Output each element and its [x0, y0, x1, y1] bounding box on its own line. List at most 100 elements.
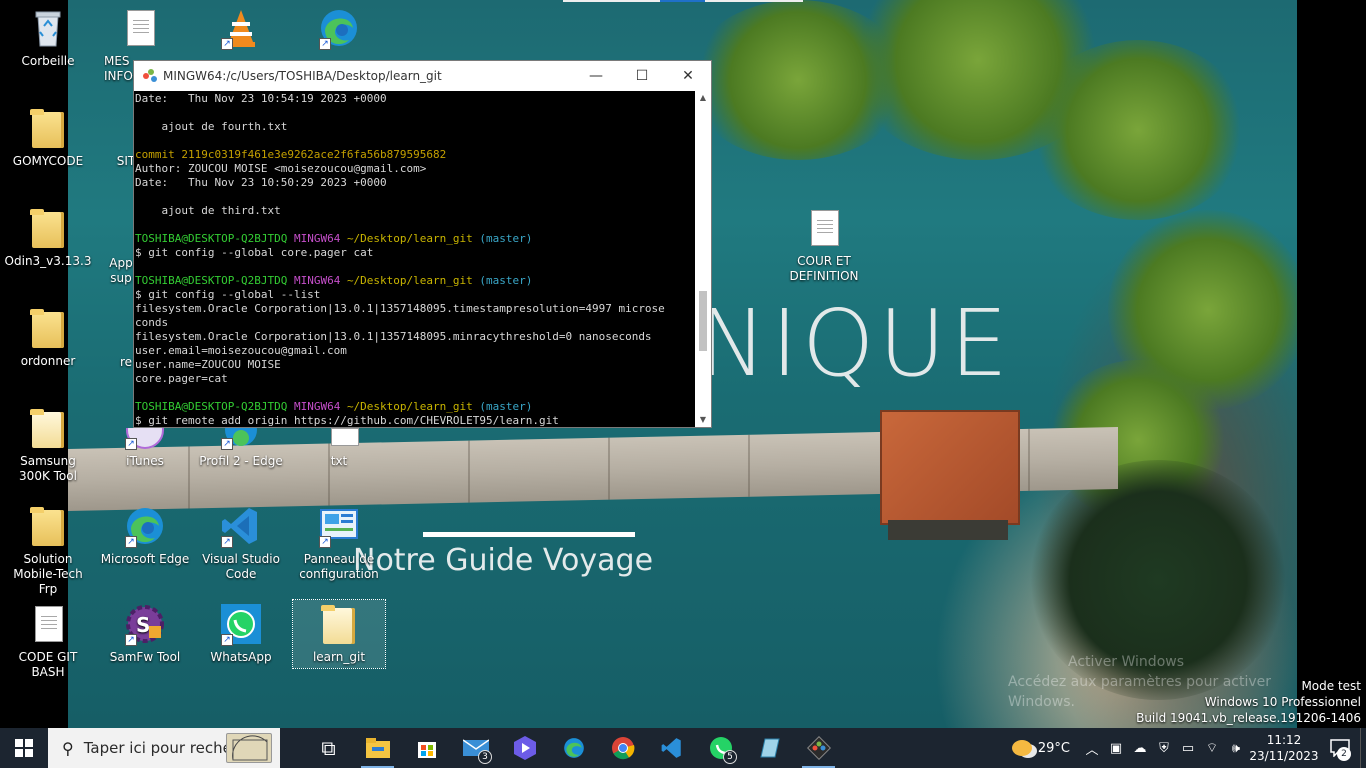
task-view-icon: ⧉	[321, 736, 336, 760]
taskbar-mail[interactable]: 3	[451, 728, 500, 768]
show-desktop-button[interactable]	[1360, 728, 1366, 768]
terminal-output[interactable]: Date: Thu Nov 23 10:54:19 2023 +0000 ajo…	[134, 91, 695, 427]
taskbar-git-bash[interactable]	[794, 728, 843, 768]
desktop-icon-label: Samsung 300K Tool	[19, 454, 77, 483]
scroll-thumb[interactable]	[699, 291, 707, 351]
desktop-icon-ordonner[interactable]: ordonner	[3, 306, 93, 369]
desktop-icon-code-git-bash[interactable]: CODE GIT BASH	[3, 602, 93, 680]
desktop-icon-microsoft-edge[interactable]: ↗ Microsoft Edge	[100, 504, 190, 567]
terminal-text: (master)	[479, 400, 533, 413]
taskbar-edge[interactable]	[549, 728, 598, 768]
desktop-icon-label: Panneau de configuration	[299, 552, 379, 581]
terminal-line: filesystem.Oracle Corporation|13.0.1|135…	[135, 302, 695, 316]
desktop-icon-label: Microsoft Edge	[100, 552, 190, 566]
terminal-text: $ git config --global --list	[135, 288, 321, 301]
taskbar-chrome[interactable]	[598, 728, 647, 768]
terminal-line: conds	[135, 316, 695, 330]
taskbar-vscode[interactable]	[647, 728, 696, 768]
search-highlight-image	[226, 733, 272, 763]
weather-widget[interactable]: 29°C	[1011, 740, 1070, 756]
chrome-icon	[611, 737, 634, 760]
desktop-icon-whatsapp[interactable]: ↗ WhatsApp	[196, 602, 286, 665]
terminal-line: $ git config --global core.pager cat	[135, 246, 695, 260]
taskbar-whatsapp[interactable]: 5	[696, 728, 745, 768]
wallpaper-brand: NIQUE	[698, 290, 1012, 397]
terminal-line: user.name=ZOUCOU MOISE	[135, 358, 695, 372]
desktop-icon-re[interactable]: re	[118, 355, 134, 370]
git-bash-icon	[143, 69, 157, 83]
terminal-line: TOSHIBA@DESKTOP-Q2BJTDQ MINGW64 ~/Deskto…	[135, 274, 695, 288]
terminal-line: $ git remote add origin https://github.c…	[135, 414, 695, 427]
taskbar-microsoft-store[interactable]	[402, 728, 451, 768]
hut-base	[888, 520, 1008, 540]
start-button[interactable]	[0, 728, 48, 768]
desktop-icon-vscode[interactable]: ↗ Visual Studio Code	[196, 504, 286, 582]
vscode-icon: ↗	[219, 504, 263, 548]
desktop-icon-label: CODE GIT BASH	[18, 650, 78, 679]
document-icon	[118, 6, 162, 50]
close-button[interactable]: ✕	[665, 61, 711, 91]
desktop-icon-solution-frp[interactable]: Solution Mobile-Tech Frp	[3, 504, 93, 597]
wifi-icon[interactable]: ⌔	[1200, 740, 1224, 756]
minimize-button[interactable]: —	[573, 61, 619, 91]
window-titlebar[interactable]: MINGW64:/c/Users/TOSHIBA/Desktop/learn_g…	[134, 61, 711, 91]
scroll-down-icon[interactable]: ▼	[695, 413, 711, 427]
desktop-icon-samsung-tool[interactable]: Samsung 300K Tool	[3, 406, 93, 484]
clipchamp-icon	[513, 736, 536, 760]
desktop-icon-learn-git[interactable]: learn_git	[292, 599, 386, 669]
terminal-text: $ git remote add origin https://github.c…	[135, 414, 559, 427]
clock[interactable]: 11:12 23/11/2023	[1248, 732, 1320, 764]
terminal-text: (master)	[479, 274, 533, 287]
desktop-icon-control-panel[interactable]: ↗ Panneau de configuration	[294, 504, 384, 582]
desktop-icon-cour-definition[interactable]: COUR ET DEFINITION	[779, 206, 869, 284]
notification-count: 2	[1337, 747, 1351, 761]
battery-icon[interactable]: ▭	[1176, 741, 1200, 756]
terminal-text: Date: Thu Nov 23 10:54:19 2023 +0000	[135, 92, 387, 105]
task-view-button[interactable]: ⧉	[304, 728, 353, 768]
terminal-text: Author: ZOUCOU MOISE <moisezoucou@gmail.…	[135, 162, 427, 175]
terminal-line: Author: ZOUCOU MOISE <moisezoucou@gmail.…	[135, 162, 695, 176]
terminal-text: user.email=moisezoucou@gmail.com	[135, 344, 347, 357]
desktop-icon-label: Visual Studio Code	[202, 552, 280, 581]
git-bash-window[interactable]: MINGW64:/c/Users/TOSHIBA/Desktop/learn_g…	[133, 60, 712, 428]
onedrive-icon[interactable]: ☁	[1128, 741, 1152, 756]
desktop-icon-corbeille[interactable]: Corbeille	[3, 6, 93, 69]
desktop-icon-edge-top[interactable]: ↗	[294, 6, 384, 54]
close-icon: ✕	[682, 68, 694, 84]
meet-now-icon[interactable]: ▣	[1104, 741, 1128, 756]
maximize-button[interactable]: ☐	[619, 61, 665, 91]
scroll-up-icon[interactable]: ▲	[695, 91, 711, 105]
desktop-icon-odin3[interactable]: Odin3_v3.13.3	[3, 206, 93, 269]
desktop-icon-txt[interactable]: txt	[294, 428, 384, 469]
desktop-icon-label: WhatsApp	[210, 650, 272, 664]
security-icon[interactable]: ⛨	[1152, 741, 1176, 756]
desktop-icon-itunes[interactable]: ↗ iTunes	[100, 411, 190, 469]
folder-icon	[26, 406, 70, 450]
taskbar-clipchamp[interactable]	[500, 728, 549, 768]
taskbar-search[interactable]: ⚲ Taper ici pour rechercher	[48, 728, 280, 768]
background-window-accent	[660, 0, 705, 2]
volume-icon[interactable]: 🕪	[1224, 741, 1248, 756]
desktop-icon-label: txt	[330, 454, 348, 468]
svg-text:S: S	[136, 613, 150, 637]
desktop-icon-app-sup[interactable]: App sup	[108, 256, 134, 286]
terminal-line: commit 2119c0319f461e3e9262ace2f6fa56b87…	[135, 148, 695, 162]
terminal-scrollbar[interactable]: ▲ ▼	[695, 91, 711, 427]
desktop-icon-gomycode[interactable]: GOMYCODE	[3, 106, 93, 169]
desktop-icon-samfw[interactable]: S ↗ SamFw Tool	[100, 602, 190, 665]
taskbar-notepad[interactable]	[745, 728, 794, 768]
show-hidden-icons-chevron-icon[interactable]: ︿	[1080, 739, 1104, 758]
terminal-text: (master)	[479, 232, 533, 245]
tagline-underline	[423, 532, 635, 537]
action-center-button[interactable]: 2	[1320, 728, 1360, 768]
desktop-icon-profil-edge[interactable]: ↗ Profil 2 - Edge	[196, 414, 286, 469]
mail-badge: 3	[478, 750, 492, 764]
desktop-icon-label: Solution Mobile-Tech Frp	[13, 552, 83, 596]
whatsapp-badge: 5	[723, 750, 737, 764]
desktop-icon-vlc[interactable]: ↗	[196, 6, 286, 54]
document-icon	[802, 206, 846, 250]
taskbar-file-explorer[interactable]	[353, 728, 402, 768]
